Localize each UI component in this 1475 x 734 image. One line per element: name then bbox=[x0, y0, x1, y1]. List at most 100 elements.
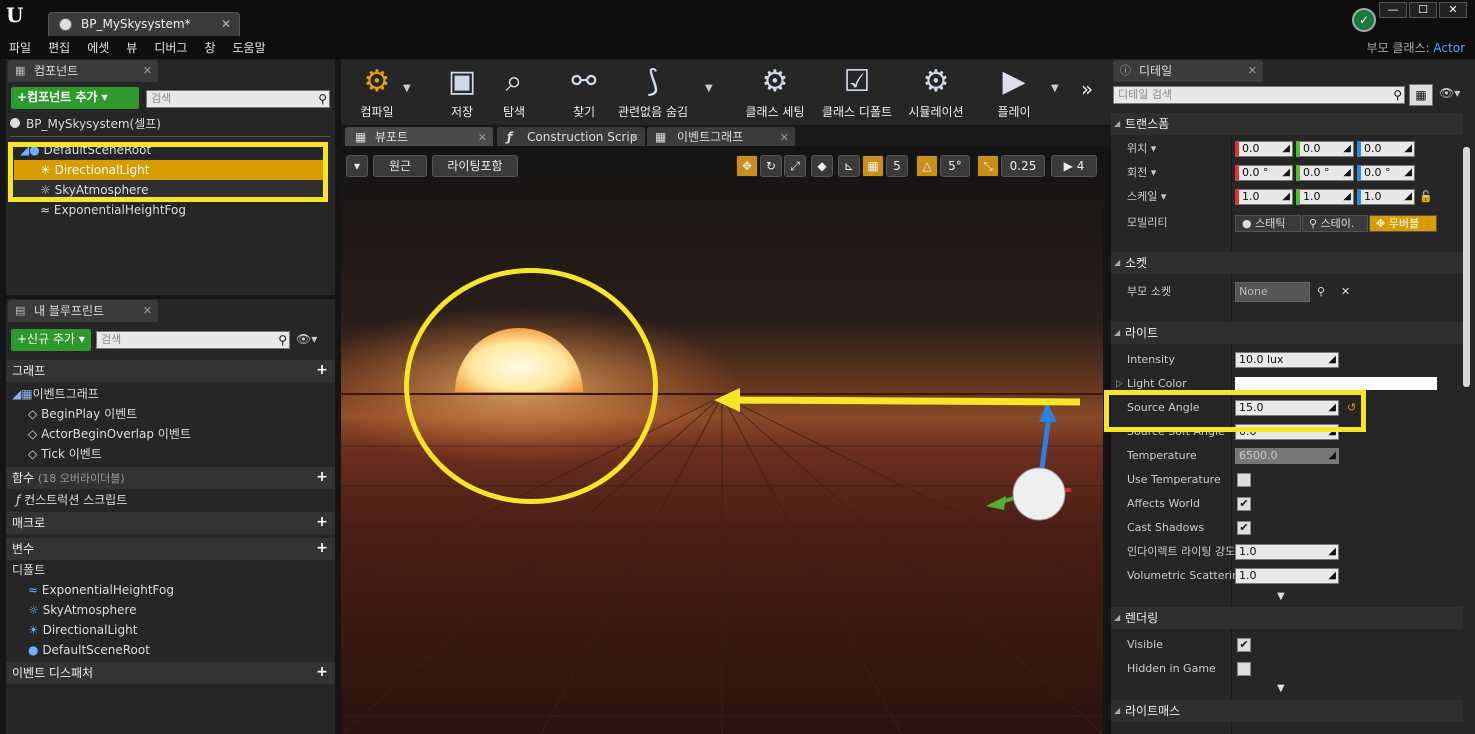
details-search-input[interactable]: 디테일 검색 ⚲ bbox=[1113, 86, 1405, 104]
event-item-actorbeginoverlap[interactable]: ◇ ActorBeginOverlap 이벤트 bbox=[28, 424, 328, 444]
close-icon[interactable]: ✕ bbox=[478, 127, 487, 148]
hide-unrelated-button[interactable]: ⟆ 관련없음 숨김 bbox=[613, 63, 693, 120]
menu-window[interactable]: 창 bbox=[195, 37, 223, 59]
event-graph-item[interactable]: ◢▦이벤트그래프 bbox=[12, 384, 332, 404]
rotation-label[interactable]: 회전 ▾ bbox=[1127, 161, 1156, 185]
minimize-button[interactable]: — bbox=[1379, 2, 1407, 18]
rotation-snap-icon[interactable]: △ bbox=[916, 155, 938, 177]
defaults-category[interactable]: 디폴트 bbox=[12, 560, 332, 580]
translate-mode-icon[interactable]: ✥ bbox=[736, 155, 758, 177]
close-icon[interactable]: ✕ bbox=[143, 300, 152, 322]
section-variables[interactable]: 변수 + bbox=[6, 538, 335, 560]
location-z-field[interactable]: 0.0 ◢ bbox=[1357, 141, 1415, 157]
browse-socket-search-icon[interactable]: ⚲ bbox=[1317, 280, 1325, 304]
mobility-stationary-button[interactable]: ⚲ 스테이. bbox=[1302, 215, 1368, 232]
view-options-eye-icon[interactable]: 👁▾ bbox=[296, 332, 328, 348]
volumetric-scattering-field[interactable]: 1.0 ◢ bbox=[1235, 568, 1339, 584]
viewport-options-chevron-down-icon[interactable]: ▾ bbox=[346, 155, 368, 177]
temperature-field[interactable]: 6500.0 ◢ bbox=[1235, 448, 1339, 464]
class-settings-button[interactable]: ⚙ 클래스 세팅 bbox=[739, 63, 811, 120]
add-function-plus-icon[interactable]: + bbox=[315, 470, 329, 484]
details-tab[interactable]: ⓘ 디테일 ✕ bbox=[1113, 60, 1263, 82]
rotation-y-field[interactable]: 0.0 ° ◢ bbox=[1296, 165, 1354, 181]
construction-script-item[interactable]: ƒ 컨스트럭션 스크립트 bbox=[16, 490, 326, 510]
play-button[interactable]: ▶ 플레이 bbox=[987, 63, 1041, 120]
add-macro-plus-icon[interactable]: + bbox=[315, 515, 329, 529]
show-advanced-chevron-down-icon[interactable]: ▼ bbox=[1277, 683, 1285, 694]
menu-edit[interactable]: 편집 bbox=[39, 37, 78, 59]
close-icon[interactable]: ✕ bbox=[630, 127, 639, 148]
visibility-eye-icon[interactable]: 👁▾ bbox=[1439, 86, 1471, 104]
section-sockets[interactable]: 소켓 bbox=[1111, 252, 1463, 274]
hidden-in-game-checkbox[interactable] bbox=[1237, 662, 1251, 676]
add-dispatcher-plus-icon[interactable]: + bbox=[315, 665, 329, 679]
grid-snap-value[interactable]: 5 bbox=[886, 155, 908, 177]
menu-help[interactable]: 도움말 bbox=[224, 37, 274, 59]
section-graph[interactable]: 그래프 + bbox=[6, 360, 335, 382]
add-variable-plus-icon[interactable]: + bbox=[315, 541, 329, 555]
event-item-tick[interactable]: ◇ Tick 이벤트 bbox=[28, 444, 328, 464]
mobility-static-button[interactable]: ● 스태틱 bbox=[1235, 215, 1301, 232]
document-tab[interactable]: BP_MySkysystem* ✕ bbox=[48, 12, 240, 36]
section-rendering[interactable]: 렌더링 bbox=[1111, 607, 1463, 629]
var-skyatmosphere[interactable]: ☼ SkyAtmosphere bbox=[28, 600, 328, 620]
menu-debug[interactable]: 디버그 bbox=[145, 37, 195, 59]
parent-class-link[interactable]: Actor bbox=[1433, 41, 1465, 55]
section-macros[interactable]: 매크로 + bbox=[6, 512, 335, 534]
affects-world-checkbox[interactable]: ✔ bbox=[1237, 497, 1251, 511]
perspective-button[interactable]: 원근 bbox=[373, 155, 427, 177]
class-defaults-button[interactable]: ☑ 클래스 디폴트 bbox=[817, 63, 897, 120]
camera-speed-button[interactable]: ▶ 4 bbox=[1051, 155, 1097, 177]
section-functions[interactable]: 함수 (18 오버라이더블) + bbox=[6, 467, 335, 489]
lock-icon[interactable]: 🔓 bbox=[1419, 185, 1433, 209]
property-matrix-icon[interactable]: ▦ bbox=[1409, 84, 1433, 106]
clear-socket-close-icon[interactable]: ✕ bbox=[1341, 280, 1350, 304]
visible-checkbox[interactable]: ✔ bbox=[1237, 638, 1251, 652]
section-lightmass[interactable]: 라이트매스 bbox=[1111, 700, 1463, 722]
close-icon[interactable]: ✕ bbox=[143, 60, 152, 82]
lit-mode-button[interactable]: 라이팅포함 bbox=[432, 155, 518, 177]
source-control-icon[interactable]: ✓ bbox=[1352, 8, 1376, 32]
tree-item-exponentialheightfog[interactable]: ≈ ExponentialHeightFog bbox=[14, 200, 324, 220]
surface-snap-icon[interactable]: ⊾ bbox=[838, 155, 860, 177]
self-item[interactable]: BP_MySkysystem(셀프) bbox=[10, 114, 330, 134]
tab-event-graph[interactable]: ▦ 이벤트그래프 ✕ bbox=[647, 127, 795, 148]
maximize-button[interactable]: ☐ bbox=[1409, 2, 1437, 18]
world-local-icon[interactable]: ◆ bbox=[811, 155, 833, 177]
components-search-input[interactable]: 검색 ⚲ bbox=[146, 90, 330, 108]
my-blueprint-tab[interactable]: ▤ 내 블루프린트 ✕ bbox=[8, 300, 158, 322]
rotation-z-field[interactable]: 0.0 ° ◢ bbox=[1357, 165, 1415, 181]
scale-z-field[interactable]: 1.0 ◢ bbox=[1357, 189, 1415, 205]
simulate-button[interactable]: ⚙ 시뮬레이션 bbox=[903, 63, 969, 120]
compile-dropdown-chevron-down-icon[interactable]: ▼ bbox=[403, 83, 411, 94]
intensity-field[interactable]: 10.0 lux ◢ bbox=[1235, 352, 1339, 368]
indirect-lighting-field[interactable]: 1.0 ◢ bbox=[1235, 544, 1339, 560]
close-window-button[interactable]: ✕ bbox=[1439, 2, 1467, 18]
var-directionallight[interactable]: ☀ DirectionalLight bbox=[28, 620, 328, 640]
scale-label[interactable]: 스케일 ▾ bbox=[1127, 185, 1166, 209]
section-transform[interactable]: 트랜스폼 bbox=[1111, 113, 1463, 135]
section-light[interactable]: 라이트 bbox=[1111, 322, 1463, 344]
add-component-button[interactable]: +컴포넌트 추가 ▾ bbox=[11, 87, 139, 109]
scale-snap-value[interactable]: 0.25 bbox=[1001, 155, 1045, 177]
add-new-button[interactable]: +신규 추가 ▾ bbox=[11, 329, 91, 351]
rotation-x-field[interactable]: 0.0 ° ◢ bbox=[1235, 165, 1293, 181]
hide-unrelated-chevron-down-icon[interactable]: ▼ bbox=[705, 83, 713, 94]
play-dropdown-chevron-down-icon[interactable]: ▼ bbox=[1051, 83, 1059, 94]
browse-button[interactable]: ⌕ 탐색 bbox=[489, 63, 539, 120]
compile-button[interactable]: ⚙ 컴파일 bbox=[347, 63, 407, 120]
cast-shadows-checkbox[interactable]: ✔ bbox=[1237, 521, 1251, 535]
save-button[interactable]: ▣ 저장 bbox=[437, 63, 487, 120]
location-label[interactable]: 위치 ▾ bbox=[1127, 137, 1156, 161]
close-icon[interactable]: ✕ bbox=[780, 127, 789, 148]
use-temperature-checkbox[interactable] bbox=[1237, 473, 1251, 487]
show-advanced-chevron-down-icon[interactable]: ▼ bbox=[1277, 591, 1285, 602]
section-event-dispatchers[interactable]: 이벤트 디스패처 + bbox=[6, 662, 335, 684]
scale-snap-icon[interactable]: ⤡ bbox=[977, 155, 999, 177]
close-icon[interactable]: ✕ bbox=[221, 13, 231, 35]
mobility-movable-button[interactable]: ✥ 무버블 bbox=[1369, 215, 1437, 232]
rotate-mode-icon[interactable]: ↻ bbox=[760, 155, 782, 177]
location-x-field[interactable]: 0.0 ◢ bbox=[1235, 141, 1293, 157]
rotation-snap-value[interactable]: 5° bbox=[940, 155, 970, 177]
blueprint-search-input[interactable]: 검색 ⚲ bbox=[96, 331, 290, 349]
